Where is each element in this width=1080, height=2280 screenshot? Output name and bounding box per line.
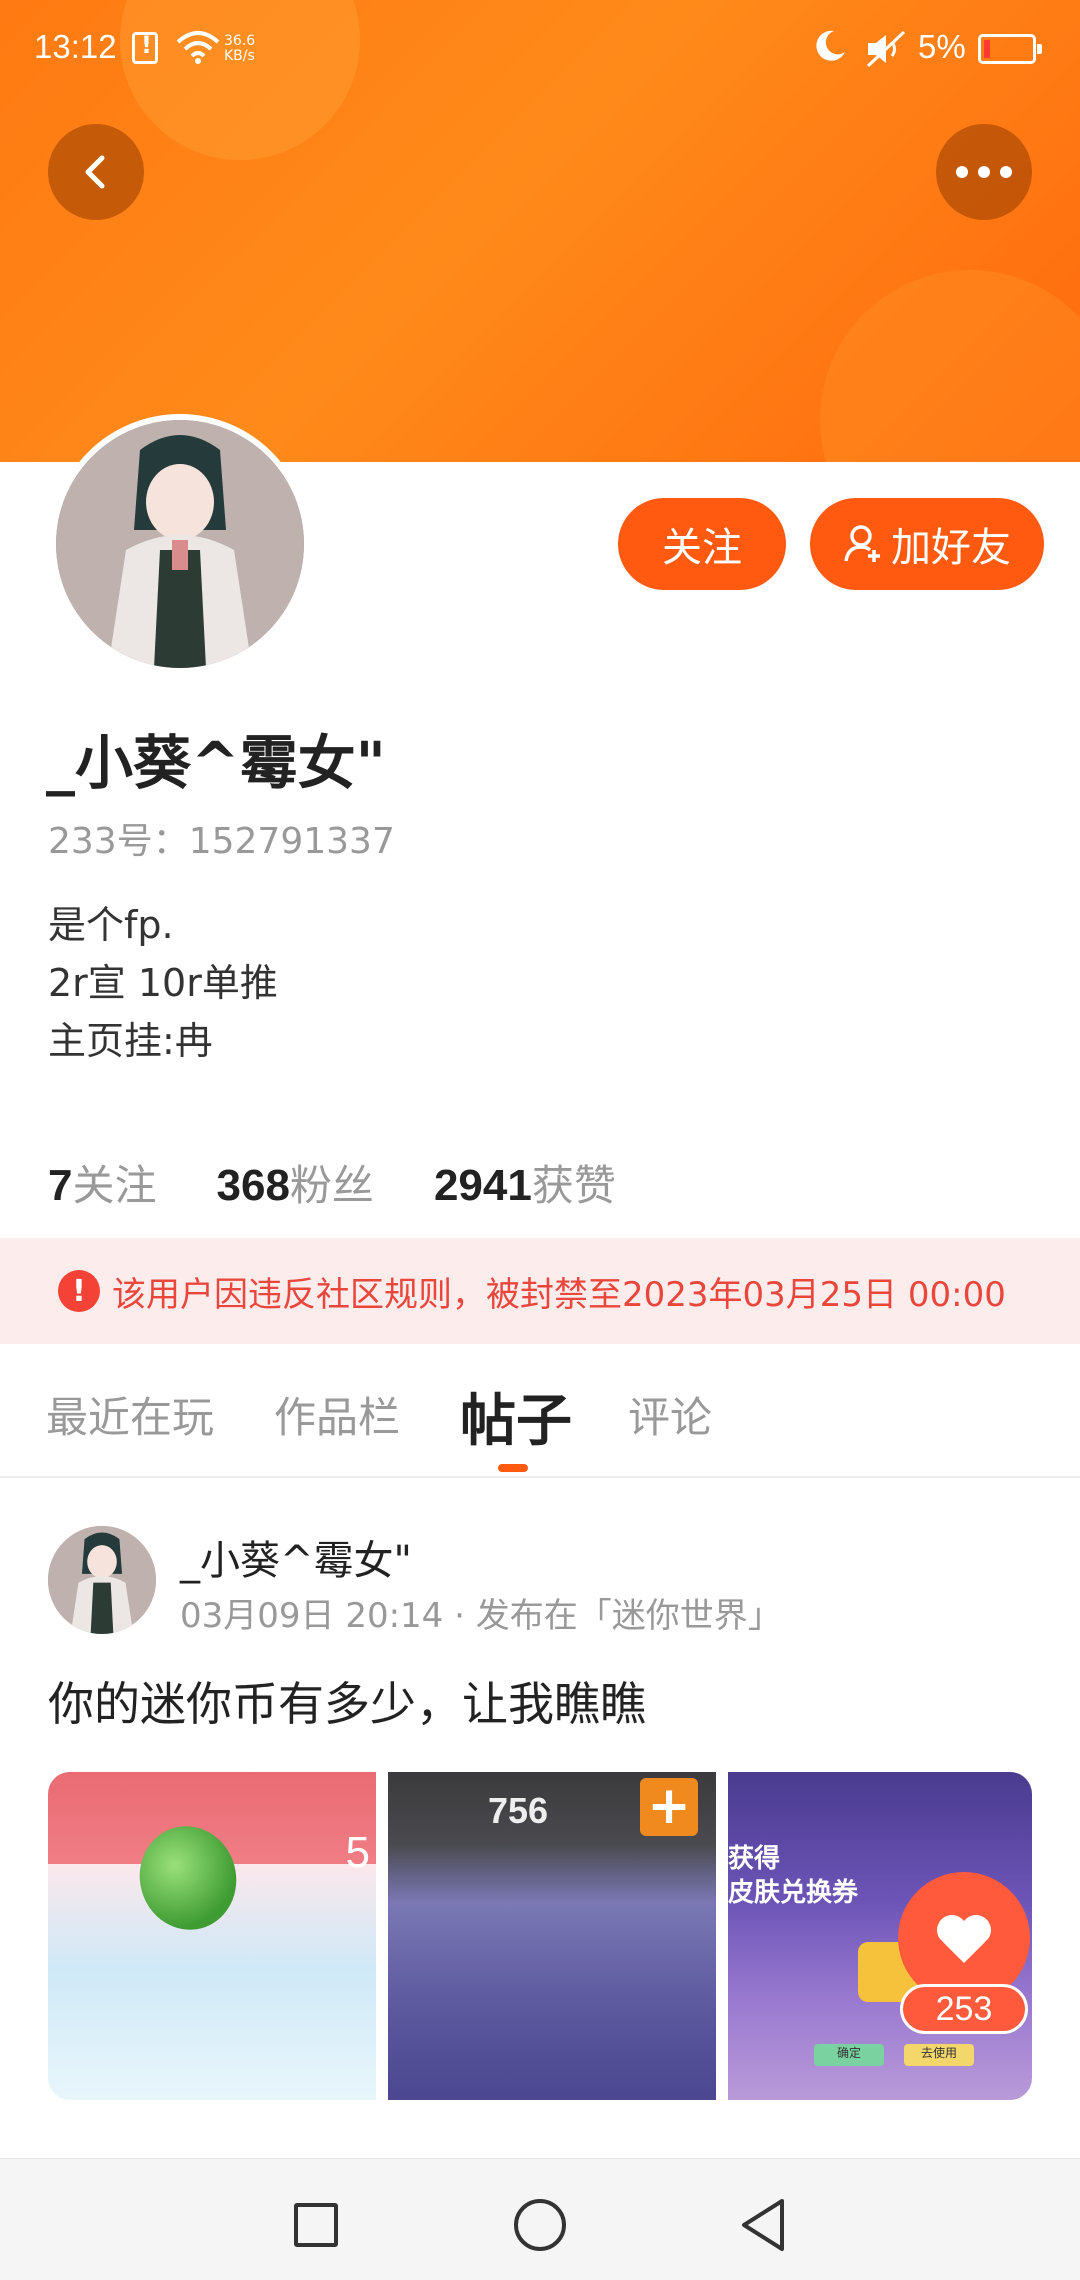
add-user-icon <box>844 525 880 562</box>
post-image[interactable]: 5 <box>48 1772 376 2100</box>
stat-following[interactable]: 7关注 <box>48 1152 157 1213</box>
post-author-name[interactable]: _小葵^霉女" <box>180 1528 412 1586</box>
status-bar: 13:12 36.6 KB/s 5% <box>0 0 1080 100</box>
ban-notice: ! 该用户因违反社区规则，被封禁至2023年03月25日 00:00 <box>0 1238 1080 1344</box>
add-friend-button[interactable]: 加好友 <box>810 498 1044 590</box>
status-time: 13:12 <box>34 28 117 65</box>
battery-icon <box>978 34 1042 64</box>
tab-works[interactable]: 作品栏 <box>274 1384 400 1445</box>
back-triangle-icon[interactable] <box>738 2197 788 2253</box>
stat-number: 7 <box>48 1161 73 1210</box>
battery-percent: 5% <box>918 28 966 65</box>
recent-apps-button[interactable] <box>294 2203 338 2247</box>
profile-username: _小葵^霉女" <box>46 729 386 797</box>
wifi-icon <box>176 31 220 64</box>
moon-icon <box>816 30 845 61</box>
chevron-left-icon <box>85 155 105 189</box>
warning-icon: ! <box>58 1270 100 1312</box>
follow-button[interactable]: 关注 <box>618 498 786 590</box>
post-author-avatar[interactable] <box>48 1526 156 1634</box>
tab-indicator <box>498 1464 528 1472</box>
stat-likes[interactable]: 2941获赞 <box>434 1152 616 1213</box>
system-nav-bar <box>0 2158 1080 2280</box>
like-count: 253 <box>900 1984 1028 2034</box>
ban-notice-text: 该用户因违反社区规则，被封禁至2023年03月25日 00:00 <box>112 1274 1006 1315</box>
tab-comments[interactable]: 评论 <box>628 1384 712 1445</box>
image-coin-count: 756 <box>488 1790 549 1831</box>
post-meta: 03月09日 20:14 · 发布在「迷你世界」 <box>180 1596 782 1636</box>
profile-bio: 是个fp. 2r宣 10r单推 主页挂:冉 <box>48 896 278 1070</box>
add-friend-label: 加好友 <box>891 525 1011 571</box>
profile-tabs: 最近在玩 作品栏 帖子 评论 <box>0 1346 1080 1478</box>
tab-posts[interactable]: 帖子 <box>460 1376 572 1457</box>
avatar-image <box>56 420 304 668</box>
image-button: 确定 <box>814 2044 884 2066</box>
image-text: 皮肤兑换券 <box>728 1878 859 1908</box>
network-speed: 36.6 KB/s <box>224 34 255 64</box>
more-dots-icon <box>956 166 1012 178</box>
back-button[interactable] <box>48 124 144 220</box>
banner-decoration <box>820 270 1080 462</box>
stat-label: 关注 <box>72 1161 157 1210</box>
post-image[interactable]: 756 + <box>388 1772 716 2100</box>
alert-icon <box>132 31 158 64</box>
stat-label: 粉丝 <box>289 1161 374 1210</box>
profile-banner: 13:12 36.6 KB/s 5% <box>0 0 1080 462</box>
mute-icon <box>866 30 906 68</box>
profile-avatar[interactable] <box>50 414 310 674</box>
image-button: 去使用 <box>904 2044 974 2066</box>
speed-value: 36.6 <box>224 33 256 49</box>
profile-user-id: 233号：152791337 <box>48 821 395 862</box>
mini-coin-icon <box>128 1815 248 1941</box>
stat-followers[interactable]: 368粉丝 <box>217 1152 374 1213</box>
speed-unit: KB/s <box>224 48 255 64</box>
tab-recently-played[interactable]: 最近在玩 <box>46 1384 214 1445</box>
plus-icon: + <box>640 1778 698 1836</box>
bio-line: 2r宣 10r单推 <box>48 961 278 1005</box>
image-number: 5 <box>345 1828 370 1877</box>
post-text[interactable]: 你的迷你币有多少，让我瞧瞧 <box>48 1668 646 1734</box>
avatar-illustration <box>48 1526 156 1634</box>
avatar-illustration <box>56 420 304 668</box>
home-button[interactable] <box>514 2199 566 2251</box>
image-text: 获得 <box>728 1844 781 1874</box>
stat-number: 368 <box>216 1161 290 1210</box>
bio-line: 是个fp. <box>48 903 174 947</box>
more-button[interactable] <box>936 124 1032 220</box>
profile-stats: 7关注 368粉丝 2941获赞 <box>48 1152 616 1213</box>
heart-icon <box>937 1915 991 1963</box>
bio-line: 主页挂:冉 <box>48 1019 213 1063</box>
stat-number: 2941 <box>433 1161 532 1210</box>
stat-label: 获赞 <box>531 1161 616 1210</box>
